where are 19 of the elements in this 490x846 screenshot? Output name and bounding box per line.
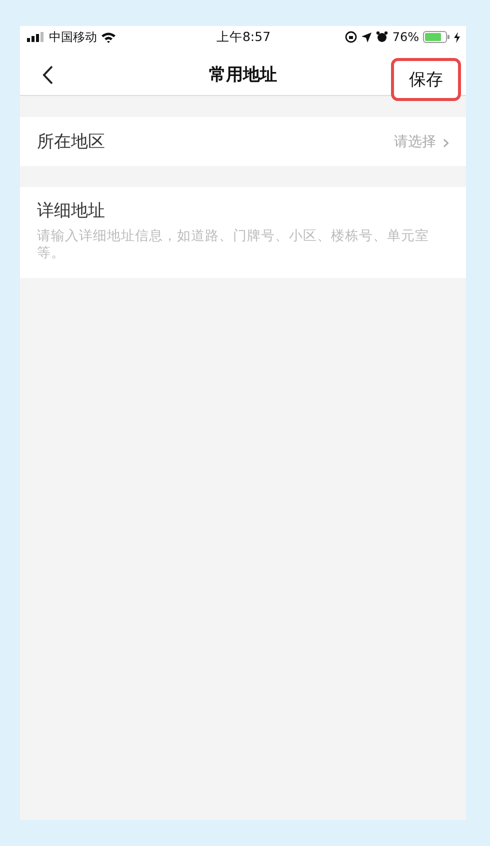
battery-percent: 76% [392, 30, 419, 44]
carrier-name: 中国移动 [49, 28, 97, 46]
address-field[interactable]: 请输入详细地址信息，如道路、门牌号、小区、楼栋号、单元室等。 [37, 228, 429, 268]
save-button[interactable]: 保存 [391, 58, 461, 101]
page-title: 常用地址 [209, 64, 277, 86]
rotation-lock-icon [345, 31, 358, 43]
address-form[interactable]: 详细地址 请输入详细地址信息，如道路、门牌号、小区、楼栋号、单元室等。 [20, 187, 466, 278]
charging-icon [454, 32, 460, 42]
region-value: 请选择 [394, 132, 436, 150]
chevron-icon: › [442, 132, 450, 152]
status-time: 上午8:57 [216, 28, 271, 46]
battery-icon [422, 31, 450, 43]
region-label: 所在地区 [37, 131, 106, 153]
detail-label: 详细地址 [37, 200, 106, 222]
wifi-icon [101, 32, 116, 42]
signal-icon [27, 32, 45, 42]
alarm-icon [376, 31, 388, 43]
location-icon [361, 32, 372, 42]
region-row[interactable]: 所在地区 请选择 › [20, 117, 466, 166]
